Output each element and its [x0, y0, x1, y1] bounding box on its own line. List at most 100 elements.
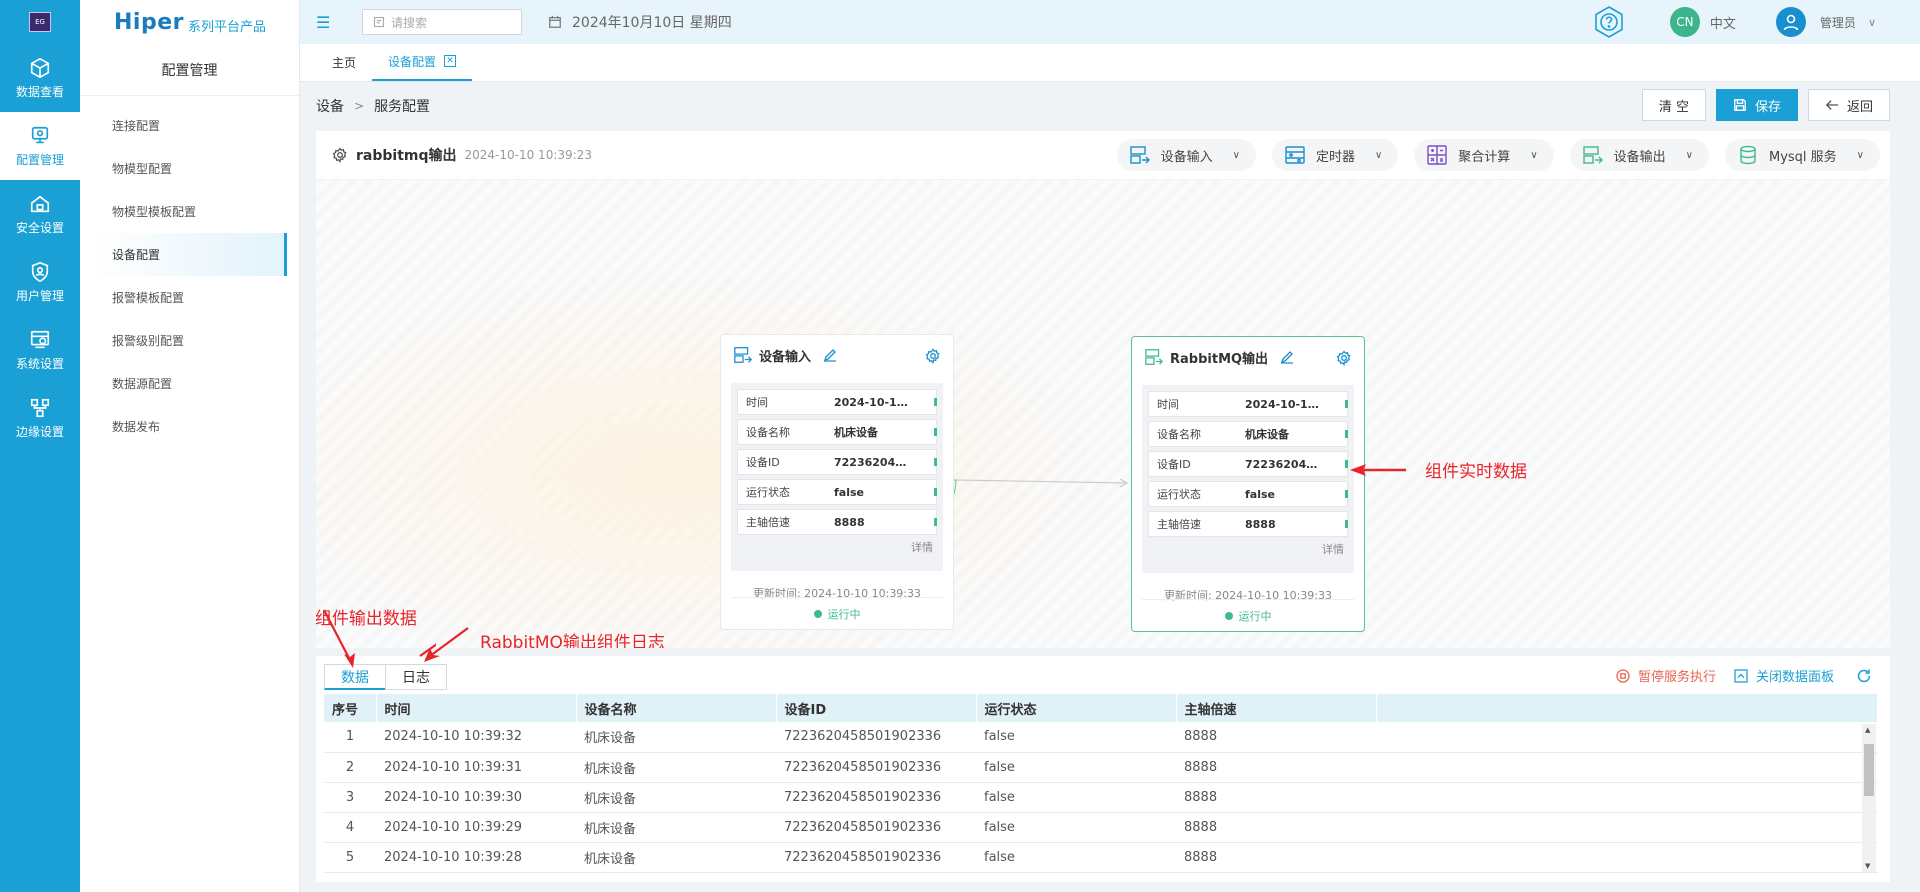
output-port[interactable] [934, 428, 937, 436]
sidebar-item-datasource[interactable]: 数据源配置 [80, 362, 299, 405]
tool-label: 设备输出 [1613, 149, 1666, 165]
column-header[interactable]: 时间 [376, 694, 577, 722]
detail-link[interactable]: 详情 [737, 539, 937, 555]
column-header[interactable]: 运行状态 [976, 694, 1177, 722]
output-port[interactable] [1345, 430, 1348, 438]
search-input[interactable]: 请搜索 [362, 9, 522, 35]
current-date: 2024年10月10日 星期四 [548, 12, 732, 32]
chevron-down-icon[interactable]: ∨ [1868, 16, 1876, 29]
table-row[interactable]: 3 2024-10-10 10:39:30 机床设备 7223620458501… [324, 782, 1878, 813]
sidebar-item-data-publish[interactable]: 数据发布 [80, 405, 299, 448]
edit-icon[interactable] [823, 348, 837, 362]
cube-icon [30, 57, 50, 78]
save-button[interactable]: 保存 [1715, 89, 1798, 121]
close-icon[interactable]: ✕ [444, 55, 457, 67]
language-badge[interactable]: CN [1669, 7, 1700, 37]
field-key: 设备名称 [746, 426, 790, 439]
tab-device-config[interactable]: 设备配置 ✕ [372, 43, 473, 81]
rail-item-edge[interactable]: 边缘设置 [0, 384, 80, 452]
gear-icon[interactable] [925, 348, 941, 364]
table-cell: false [976, 812, 1176, 843]
table-cell: 机床设备 [576, 722, 776, 753]
tool-device-input[interactable]: 设备输入 ∨ [1116, 139, 1256, 171]
save-label: 保存 [1754, 99, 1781, 115]
back-button[interactable]: 返回 [1807, 89, 1890, 121]
rail-item-users[interactable]: 用户管理 [0, 248, 80, 316]
language-label[interactable]: 中文 [1710, 13, 1736, 32]
tool-aggregate[interactable]: 聚合计算 ∨ [1414, 139, 1554, 171]
column-header[interactable]: 序号 [324, 694, 377, 722]
sidebar-item-connection[interactable]: 连接配置 [80, 104, 299, 147]
avatar[interactable] [1775, 7, 1806, 37]
menu-toggle-icon[interactable]: ☰ [316, 13, 336, 32]
rail-item-label: 用户管理 [15, 288, 64, 303]
output-port[interactable] [934, 488, 937, 496]
table-row[interactable]: 4 2024-10-10 10:39:29 机床设备 7223620458501… [324, 812, 1878, 843]
help-icon[interactable] [1592, 5, 1626, 39]
tool-label: 聚合计算 [1458, 149, 1511, 165]
chevron-down-icon: ∨ [1530, 149, 1538, 161]
table-cell: false [976, 722, 1176, 753]
page-tabs: 主页 设备配置 ✕ [300, 44, 1920, 82]
scrollbar-thumb[interactable] [1864, 744, 1874, 796]
gear-icon[interactable] [332, 147, 348, 163]
scroll-down-icon[interactable]: ▼ [1865, 862, 1870, 870]
output-port[interactable] [1345, 520, 1348, 528]
edit-icon[interactable] [1280, 350, 1294, 364]
output-port[interactable] [934, 458, 937, 466]
column-header[interactable]: 设备名称 [576, 694, 777, 722]
table-cell: 2024-10-10 10:39:30 [376, 782, 576, 813]
detail-link[interactable]: 详情 [1148, 541, 1348, 557]
pause-service-button[interactable]: 暂停服务执行 [1616, 666, 1716, 685]
rail-item-data-view[interactable]: 数据查看 [0, 44, 80, 112]
rail-item-config[interactable]: 配置管理 [0, 112, 80, 180]
output-port[interactable] [1345, 400, 1348, 408]
breadcrumb: 设备 > 服务配置 [316, 96, 430, 116]
node-title: 设备输入 [759, 349, 812, 365]
table-row[interactable]: 5 2024-10-10 10:39:28 机床设备 7223620458501… [324, 842, 1878, 873]
rabbitmq-output-node[interactable]: RabbitMQ输出 时间 2024-10-10... 设备名称 机床设备 设备ID… [1131, 336, 1365, 632]
sidebar-item-alarm-template[interactable]: 报警模板配置 [80, 276, 299, 319]
rail-item-security[interactable]: 安全设置 [0, 180, 80, 248]
field-row: 时间 2024-10-10... [737, 389, 937, 415]
field-value: false [1245, 487, 1275, 501]
output-port[interactable] [934, 518, 937, 526]
flow-canvas[interactable]: 设备输入 时间 2024-10-10... 设备名称 机床设备 设备ID 722362… [316, 180, 1890, 648]
status-badge: 运行中 [1142, 599, 1354, 631]
sidebar-item-thing-model-template[interactable]: 物模型模板配置 [80, 190, 299, 233]
sidebar-item-alarm-level[interactable]: 报警级别配置 [80, 319, 299, 362]
table-scrollbar[interactable]: ▲ ▼ [1862, 724, 1876, 872]
table-cell-filler [1376, 842, 1878, 873]
user-name[interactable]: 管理员 [1820, 14, 1856, 31]
tool-device-output[interactable]: 设备输出 ∨ [1569, 139, 1709, 171]
tool-timer[interactable]: 定时器 ∨ [1271, 139, 1399, 171]
sidebar-item-device-config[interactable]: 设备配置 [88, 233, 287, 276]
column-header[interactable]: 设备ID [776, 694, 977, 722]
column-header[interactable]: 主轴倍速 [1176, 694, 1377, 722]
tab-home[interactable]: 主页 [316, 43, 372, 81]
field-key: 时间 [1157, 398, 1179, 411]
annotation-realtime: 组件实时数据 [1425, 462, 1527, 482]
sidebar-item-thing-model[interactable]: 物模型配置 [80, 147, 299, 190]
clear-button[interactable]: 清 空 [1641, 89, 1706, 121]
clear-label: 清 空 [1658, 99, 1689, 115]
table-cell: 1 [324, 722, 376, 753]
table-row[interactable]: 1 2024-10-10 10:39:32 机床设备 7223620458501… [324, 722, 1878, 753]
rail-item-system[interactable]: 系统设置 [0, 316, 80, 384]
field-row: 运行状态 false [1148, 481, 1348, 507]
output-port[interactable] [1345, 490, 1348, 498]
flow-header: rabbitmq输出 2024-10-10 10:39:23 设备输入 ∨ 定时… [316, 131, 1890, 179]
table-cell: 4 [324, 812, 376, 843]
device-input-node[interactable]: 设备输入 时间 2024-10-10... 设备名称 机床设备 设备ID 722362… [720, 334, 954, 630]
scroll-up-icon[interactable]: ▲ [1865, 726, 1870, 734]
table-row[interactable]: 2 2024-10-10 10:39:31 机床设备 7223620458501… [324, 752, 1878, 783]
table-cell-filler [1376, 722, 1878, 753]
field-key: 主轴倍速 [746, 516, 790, 529]
table-cell: 2024-10-10 10:39:31 [376, 752, 576, 783]
tool-mysql[interactable]: Mysql 服务 ∨ [1724, 139, 1880, 171]
gear-icon[interactable] [1336, 350, 1352, 366]
breadcrumb-root[interactable]: 设备 [316, 96, 344, 116]
refresh-icon[interactable] [1856, 668, 1872, 684]
close-panel-button[interactable]: 关闭数据面板 [1734, 666, 1834, 685]
output-port[interactable] [934, 398, 937, 406]
